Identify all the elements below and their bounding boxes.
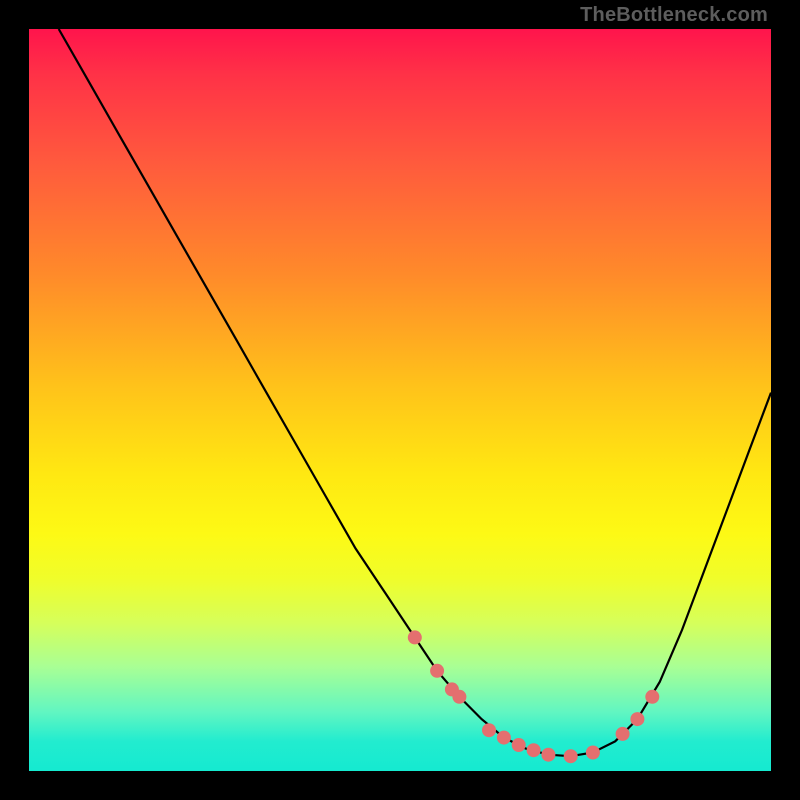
highlight-dot xyxy=(564,749,578,763)
highlight-dot xyxy=(630,712,644,726)
highlight-dot xyxy=(482,723,496,737)
watermark-text: TheBottleneck.com xyxy=(580,4,768,27)
highlight-dots-group xyxy=(408,630,660,763)
bottleneck-curve xyxy=(59,29,771,756)
highlight-dot xyxy=(586,746,600,760)
highlight-dot xyxy=(430,664,444,678)
highlight-dot xyxy=(527,743,541,757)
highlight-dot xyxy=(616,727,630,741)
highlight-dot xyxy=(497,731,511,745)
highlight-dot xyxy=(452,690,466,704)
bottleneck-curve-svg xyxy=(29,29,771,771)
chart-frame xyxy=(29,29,771,771)
highlight-dot xyxy=(541,748,555,762)
highlight-dot xyxy=(512,738,526,752)
highlight-dot xyxy=(645,690,659,704)
highlight-dot xyxy=(408,630,422,644)
